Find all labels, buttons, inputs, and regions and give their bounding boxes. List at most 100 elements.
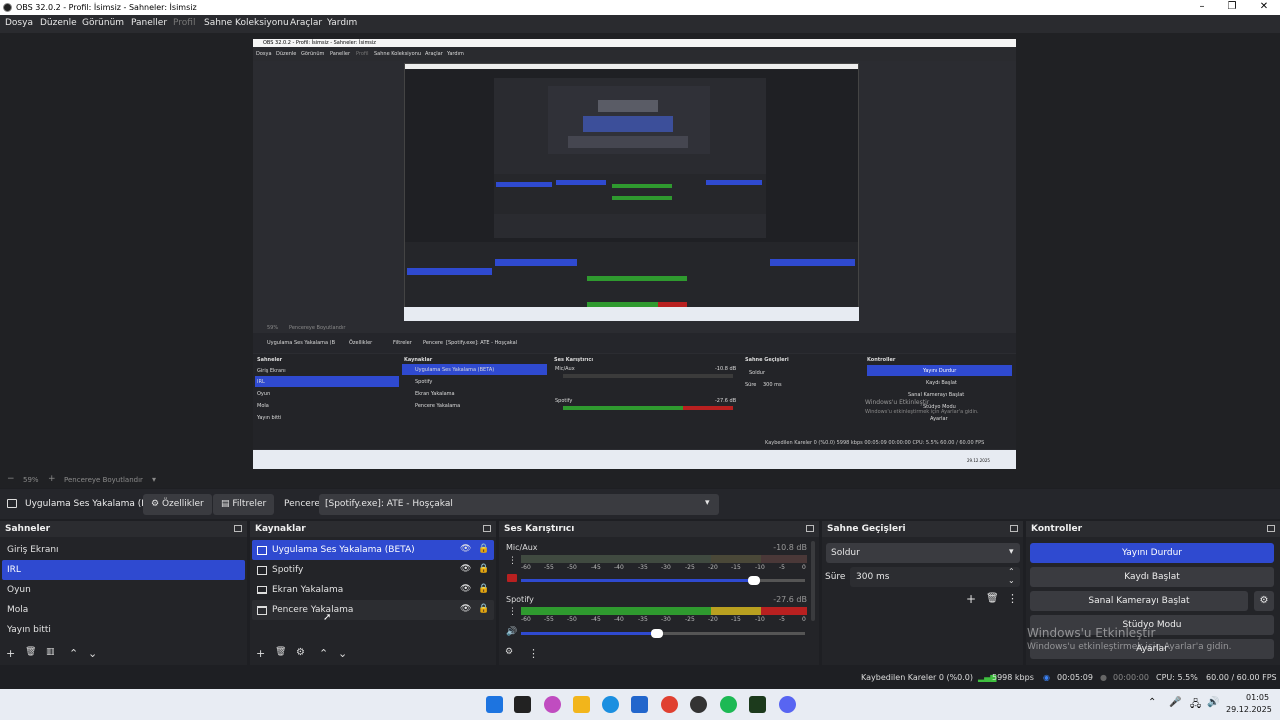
remove-source-button[interactable]: 🗑: [275, 647, 286, 657]
kebab-menu-icon[interactable]: ⋮: [508, 556, 517, 566]
scene-item-selected[interactable]: IRL: [2, 560, 245, 580]
advanced-audio-icon[interactable]: ⚙: [505, 647, 513, 657]
stop-stream-button[interactable]: Yayını Durdur: [1030, 543, 1274, 563]
duration-input[interactable]: 300 ms ⌃ ⌄: [850, 567, 1020, 587]
undock-icon[interactable]: [483, 525, 491, 532]
close-button[interactable]: ✕: [1248, 0, 1280, 15]
speaker-icon[interactable]: 🔊: [506, 627, 517, 637]
window-select[interactable]: [Spotify.exe]: ATE - Hoşçakal ▾: [319, 494, 719, 515]
mixer-scrollbar[interactable]: [811, 541, 815, 621]
menu-profil[interactable]: Profil: [173, 18, 195, 28]
windows-start-icon[interactable]: [486, 696, 503, 713]
volume-slider-handle[interactable]: [651, 629, 663, 638]
scene-item[interactable]: Mola: [2, 600, 245, 620]
store-icon[interactable]: [631, 696, 648, 713]
stepper-down-icon[interactable]: ⌄: [1008, 576, 1015, 585]
audio-capture-icon: [7, 499, 17, 508]
visibility-eye-icon[interactable]: 👁: [460, 564, 471, 574]
source-item-hover[interactable]: Pencere Yakalama: [252, 600, 494, 620]
fit-to-window-label[interactable]: Pencereye Boyutlandır: [64, 476, 143, 484]
tray-chevron-icon[interactable]: ⌃: [1148, 697, 1156, 708]
visibility-eye-icon[interactable]: 👁: [460, 584, 471, 594]
menu-duzenle[interactable]: Düzenle: [40, 18, 77, 28]
virtual-camera-settings-icon[interactable]: ⚙: [1254, 591, 1274, 611]
nested-inner-meter: [612, 196, 672, 200]
maximize-button[interactable]: ❐: [1216, 0, 1248, 15]
fit-dropdown-icon[interactable]: ▾: [152, 475, 156, 484]
menu-gorunum[interactable]: Görünüm: [82, 18, 124, 28]
filters-button[interactable]: ▤ Filtreler: [213, 494, 275, 515]
menu-yardim[interactable]: Yardım: [327, 18, 357, 28]
move-up-button[interactable]: ⌃: [319, 647, 328, 660]
mic-muted-icon[interactable]: [507, 574, 517, 582]
mixer-menu-icon[interactable]: ⋮: [528, 647, 539, 660]
clock-date[interactable]: 29.12.2025: [1226, 705, 1272, 714]
clock-time[interactable]: 01:05: [1246, 693, 1269, 702]
copilot-icon[interactable]: [544, 696, 561, 713]
edge-icon[interactable]: [602, 696, 619, 713]
nested-inner-selected: [556, 180, 606, 185]
remove-transition-button[interactable]: 🗑: [986, 593, 999, 604]
tick-label: 0: [802, 616, 806, 623]
lock-icon[interactable]: 🔒: [478, 584, 489, 594]
terminal-icon[interactable]: [749, 696, 766, 713]
volume-slider-handle[interactable]: [748, 576, 760, 585]
spotify-icon[interactable]: [720, 696, 737, 713]
network-icon[interactable]: 🖧: [1190, 697, 1201, 714]
move-down-button[interactable]: ⌄: [88, 647, 97, 660]
stepper-up-icon[interactable]: ⌃: [1008, 567, 1015, 576]
source-item-selected[interactable]: Uygulama Ses Yakalama (BETA): [252, 540, 494, 560]
move-down-button[interactable]: ⌄: [338, 647, 347, 660]
obs-icon[interactable]: [690, 696, 707, 713]
volume-slider-mic[interactable]: [521, 576, 805, 585]
window-icon: [257, 566, 267, 575]
remove-scene-button[interactable]: 🗑: [25, 647, 36, 657]
move-up-button[interactable]: ⌃: [69, 647, 78, 660]
scene-item[interactable]: Oyun: [2, 580, 245, 600]
source-properties-button[interactable]: ⚙: [296, 647, 305, 658]
microphone-icon[interactable]: 🎤: [1169, 697, 1181, 708]
minimize-button[interactable]: –: [1186, 0, 1218, 15]
task-view-icon[interactable]: [514, 696, 531, 713]
start-recording-button[interactable]: Kaydı Başlat: [1030, 567, 1274, 587]
scene-item[interactable]: Yayın bitti: [2, 620, 245, 640]
window-title: OBS 32.0.2 - Profil: İsimsiz - Sahneler:…: [16, 3, 197, 12]
zoom-in-button[interactable]: +: [48, 474, 56, 484]
mixer-title-text: Ses Karıştırıcı: [504, 524, 575, 534]
source-item[interactable]: Ekran Yakalama: [252, 580, 494, 600]
menu-paneller[interactable]: Paneller: [131, 18, 167, 28]
lock-icon[interactable]: 🔒: [478, 564, 489, 574]
volume-icon[interactable]: 🔊: [1207, 697, 1219, 708]
scene-item[interactable]: Giriş Ekranı: [2, 540, 245, 560]
undock-icon[interactable]: [806, 525, 814, 532]
undock-icon[interactable]: [1010, 525, 1018, 532]
file-explorer-icon[interactable]: [573, 696, 590, 713]
lock-icon[interactable]: 🔒: [478, 544, 489, 554]
visibility-eye-icon[interactable]: 👁: [460, 544, 471, 554]
program-preview[interactable]: OBS 32.0.2 - Profil: İsimsiz - Sahneler:…: [253, 39, 1016, 469]
kebab-menu-icon[interactable]: ⋮: [508, 607, 517, 617]
zoom-out-button[interactable]: −: [7, 474, 15, 484]
chrome-icon[interactable]: [661, 696, 678, 713]
menu-dosya[interactable]: Dosya: [5, 18, 33, 28]
lock-icon[interactable]: 🔒: [478, 604, 489, 614]
nested-spotify-db: -27.6 dB: [715, 398, 737, 404]
nested-mic-db: -10.8 dB: [715, 366, 737, 372]
properties-button[interactable]: ⚙ Özellikler: [143, 494, 212, 515]
add-transition-button[interactable]: +: [966, 592, 976, 606]
visibility-eye-icon[interactable]: 👁: [460, 604, 471, 614]
volume-slider-spotify[interactable]: [521, 629, 805, 638]
add-scene-button[interactable]: +: [6, 647, 15, 660]
undock-icon[interactable]: [234, 525, 242, 532]
start-virtual-camera-button[interactable]: Sanal Kamerayı Başlat: [1030, 591, 1248, 611]
scene-filters-button[interactable]: ▥: [46, 647, 55, 657]
menu-sahne-koleksiyonu[interactable]: Sahne Koleksiyonu: [204, 18, 289, 28]
add-source-button[interactable]: +: [256, 647, 265, 660]
transition-menu-icon[interactable]: ⋮: [1007, 592, 1018, 605]
transition-select[interactable]: Soldur ▾: [826, 543, 1020, 563]
undock-icon[interactable]: [1267, 525, 1275, 532]
discord-icon[interactable]: [779, 696, 796, 713]
filters-label: Filtreler: [232, 499, 267, 509]
menu-araclar[interactable]: Araçlar: [290, 18, 322, 28]
source-item[interactable]: Spotify: [252, 560, 494, 580]
